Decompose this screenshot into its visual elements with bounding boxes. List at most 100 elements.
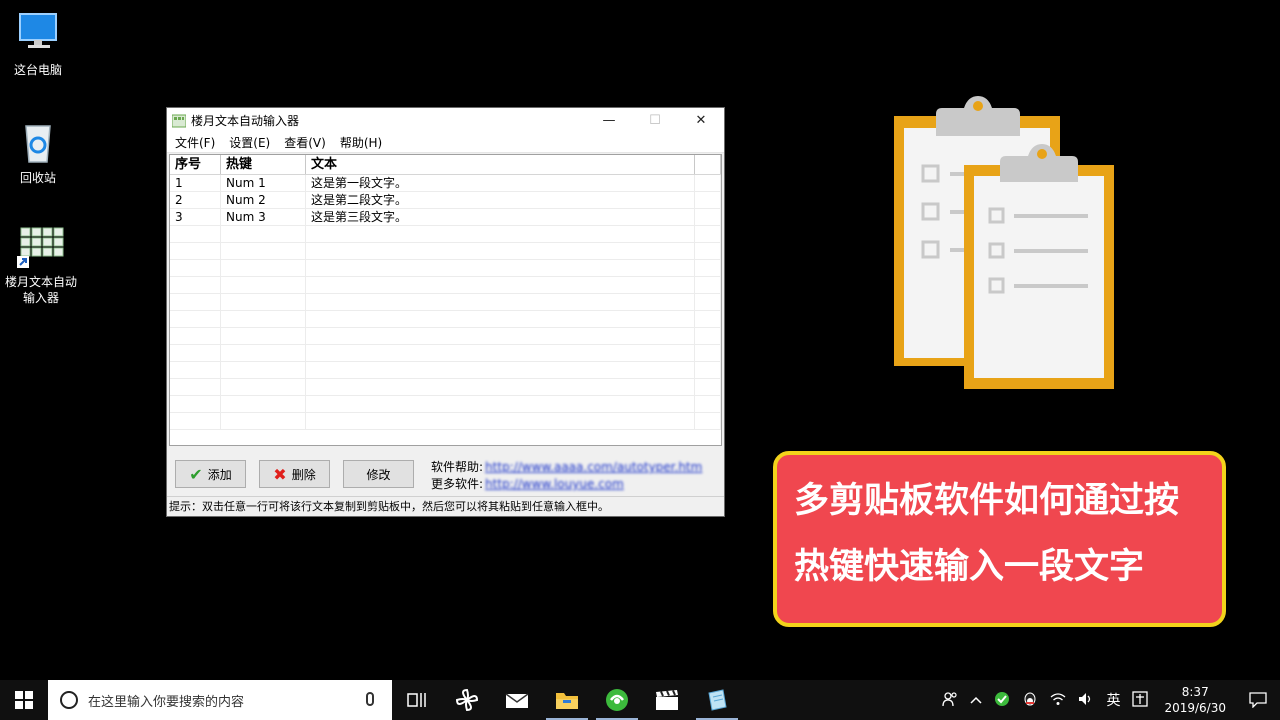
folder-icon [556, 693, 578, 709]
empty-row [170, 345, 721, 362]
cell-no: 2 [170, 192, 221, 208]
taskbar-app-explorer[interactable] [542, 680, 592, 720]
caption-line-1: 多剪贴板软件如何通过按 [794, 481, 1180, 521]
ime-mode-icon[interactable] [1132, 690, 1149, 710]
desktop-icon-label: 这台电脑 [13, 63, 62, 77]
empty-row [170, 294, 721, 311]
empty-row [170, 328, 721, 345]
show-hidden-icons-chevron-up-icon[interactable] [970, 693, 982, 707]
more-software-link[interactable]: http://www.louyue.com [485, 477, 624, 491]
minimize-button[interactable]: — [586, 108, 632, 133]
app-icon [172, 114, 186, 127]
autotyper-window: 楼月文本自动输入器 — ☐ ✕ 文件(F) 设置(E) 查看(V) 帮助(H) … [166, 107, 725, 517]
taskbar-clock[interactable]: 8:37 2019/6/30 [1164, 684, 1226, 716]
window-title: 楼月文本自动输入器 [191, 114, 300, 128]
pinwheel-icon [455, 688, 479, 712]
qq-penguin-icon[interactable] [1022, 691, 1038, 710]
clapperboard-icon [656, 690, 678, 710]
help-link[interactable]: http://www.aaaa.com/autotyper.htm [485, 460, 702, 474]
cell-hotkey: Num 3 [221, 209, 306, 225]
volume-icon[interactable] [1078, 692, 1094, 709]
clock-date: 2019/6/30 [1164, 701, 1226, 715]
task-view-button[interactable] [392, 680, 442, 720]
edit-button-label: 修改 [366, 467, 391, 482]
maximize-button[interactable]: ☐ [632, 108, 678, 133]
action-center-button[interactable] [1236, 680, 1280, 720]
column-header-hotkey[interactable]: 热键 [221, 155, 306, 174]
desktop-icon-label: 输入器 [22, 291, 59, 305]
taskbar-app-pinwheel[interactable] [442, 680, 492, 720]
add-button-label: 添加 [207, 467, 232, 482]
checkmark-icon: ✔ [189, 464, 203, 484]
windows-logo-icon [15, 691, 33, 709]
taskbar-app-browser[interactable] [592, 680, 642, 720]
taskbar-app-autotyper[interactable] [692, 680, 742, 720]
wifi-icon[interactable] [1050, 692, 1066, 709]
table-row[interactable]: 2 Num 2 这是第二段文字。 [170, 192, 721, 209]
front-clipboard [964, 144, 1114, 389]
empty-row [170, 243, 721, 260]
empty-row [170, 226, 721, 243]
empty-row [170, 277, 721, 294]
cell-hotkey: Num 2 [221, 192, 306, 208]
empty-row [170, 311, 721, 328]
menu-bar: 文件(F) 设置(E) 查看(V) 帮助(H) [167, 133, 724, 153]
status-bar: 提示：双击任意一行可将该行文本复制到剪贴板中，然后您可以将其粘贴到任意输入框中。 [167, 496, 724, 516]
delete-button-label: 删除 [291, 467, 316, 482]
desktop-icon-recycle-bin[interactable]: 回收站 [0, 118, 76, 186]
column-header-filler [695, 155, 721, 174]
cell-text: 这是第一段文字。 [306, 175, 695, 191]
taskbar-app-mail[interactable] [492, 680, 542, 720]
column-header-text[interactable]: 文本 [306, 155, 695, 174]
button-bar: ✔ 添加 ✖ 删除 修改 软件帮助: http://www.aaaa.com/au… [167, 448, 724, 496]
taskbar: 在这里输入你要搜索的内容 英 8:37 2019/6/30 [0, 680, 1280, 720]
title-bar[interactable]: 楼月文本自动输入器 — ☐ ✕ [167, 108, 724, 133]
column-header-no[interactable]: 序号 [170, 155, 221, 174]
recycle-bin-icon [14, 118, 62, 166]
notepad-icon [708, 689, 727, 711]
menu-settings[interactable]: 设置(E) [224, 134, 275, 151]
clipboard-illustration [894, 96, 1114, 389]
menu-view[interactable]: 查看(V) [279, 134, 331, 151]
keyboard-app-icon [17, 222, 65, 270]
caption-banner: 多剪贴板软件如何通过按 热键快速输入一段文字 [773, 451, 1226, 627]
hotkey-list[interactable]: 序号 热键 文本 1 Num 1 这是第一段文字。 2 Num 2 这是第二段文… [169, 154, 722, 446]
caption-line-2: 热键快速输入一段文字 [794, 547, 1145, 587]
mail-icon [505, 693, 529, 708]
system-tray: 英 8:37 2019/6/30 [936, 680, 1280, 720]
cell-no: 1 [170, 175, 221, 191]
desktop-icon-autotyper[interactable]: 楼月文本自动 输入器 [3, 222, 79, 306]
add-button[interactable]: ✔ 添加 [175, 460, 246, 488]
input-language-indicator[interactable]: 英 [1106, 690, 1120, 710]
taskbar-app-video[interactable] [642, 680, 692, 720]
empty-row [170, 379, 721, 396]
desktop-icon-label: 楼月文本自动 [4, 275, 77, 289]
task-view-icon [407, 693, 426, 707]
desktop-icon-this-pc[interactable]: 这台电脑 [0, 10, 76, 78]
more-software-label: 更多软件: [431, 477, 484, 491]
browser-icon [606, 689, 628, 711]
edit-button[interactable]: 修改 [343, 460, 414, 488]
delete-button[interactable]: ✖ 删除 [259, 460, 330, 488]
cell-no: 3 [170, 209, 221, 225]
table-row[interactable]: 3 Num 3 这是第三段文字。 [170, 209, 721, 226]
empty-row [170, 260, 721, 277]
computer-icon [14, 10, 62, 58]
list-header: 序号 热键 文本 [170, 155, 721, 175]
menu-help[interactable]: 帮助(H) [335, 134, 387, 151]
clock-time: 8:37 [1181, 685, 1209, 699]
start-button[interactable] [0, 680, 48, 720]
cell-text: 这是第三段文字。 [306, 209, 695, 225]
menu-file[interactable]: 文件(F) [170, 134, 220, 151]
empty-row [170, 413, 721, 430]
desktop-icon-label: 回收站 [19, 171, 56, 185]
close-button[interactable]: ✕ [678, 108, 724, 133]
people-icon[interactable] [942, 691, 958, 710]
taskbar-search[interactable]: 在这里输入你要搜索的内容 [48, 680, 392, 720]
cell-text: 这是第二段文字。 [306, 192, 695, 208]
cell-hotkey: Num 1 [221, 175, 306, 191]
table-row[interactable]: 1 Num 1 这是第一段文字。 [170, 175, 721, 192]
links-area: 软件帮助: http://www.aaaa.com/autotyper.htm 更… [431, 459, 702, 493]
microphone-icon[interactable] [366, 692, 374, 706]
green-app-tray-icon[interactable] [994, 691, 1010, 710]
